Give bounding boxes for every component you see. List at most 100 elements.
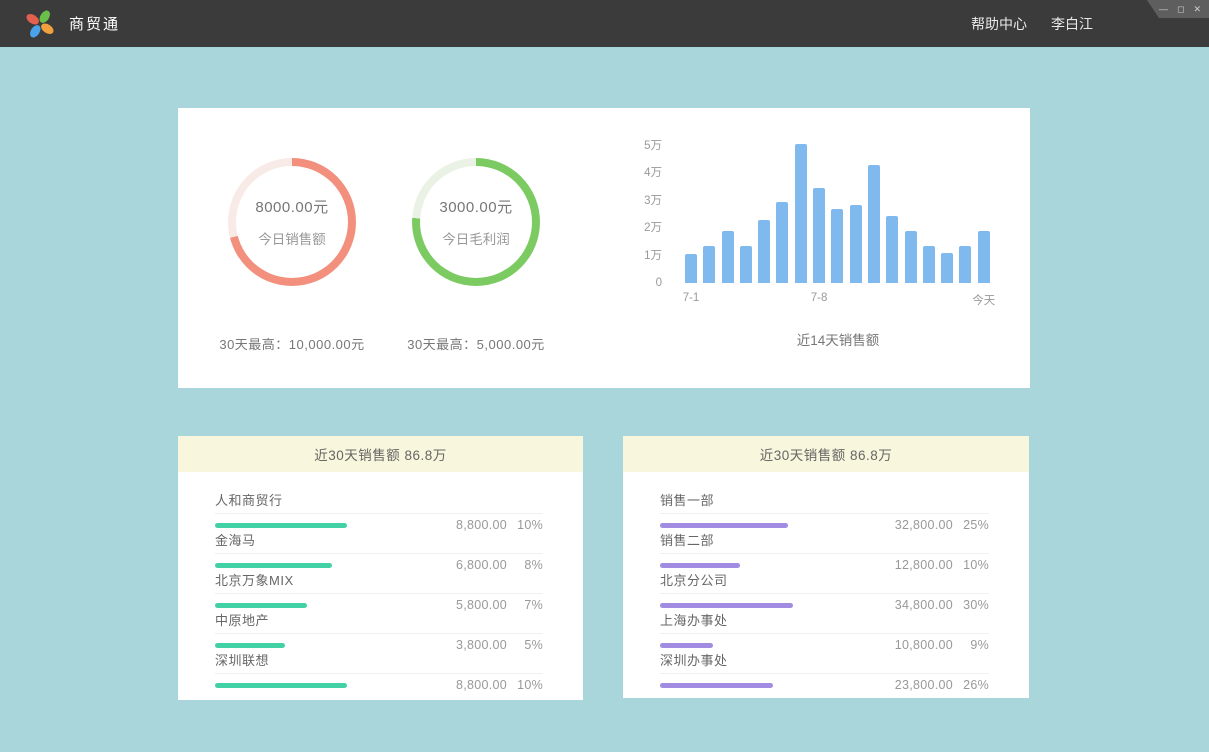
x-axis-tick-label: 今天 <box>972 292 995 308</box>
row-label: 人和商贸行 <box>215 493 283 508</box>
bar-chart-x-axis: 7-17-8今天 <box>685 292 991 306</box>
bar-chart-bar <box>868 165 880 283</box>
row-amount: 6,800.00 <box>435 558 507 572</box>
row-label: 深圳联想 <box>215 653 269 668</box>
y-axis-tick-label: 2万 <box>644 221 662 235</box>
top-nav: 帮助中心 李白江 <box>971 0 1093 47</box>
progress-bar <box>215 683 347 688</box>
row-label: 北京分公司 <box>660 573 728 588</box>
row-label: 北京万象MIX <box>215 573 294 588</box>
row-label: 深圳办事处 <box>660 653 728 668</box>
row-label: 中原地产 <box>215 613 269 628</box>
bar-chart-bar <box>813 188 825 283</box>
row-percent: 8% <box>507 558 543 572</box>
progress-bar <box>215 643 285 648</box>
today-sales-donut-center: 8000.00元 今日销售额 <box>236 166 348 278</box>
department-sales-rows: 销售一部 32,800.0025% 销售二部 12,800.0010% 北京分公… <box>623 472 1029 683</box>
list-item: 销售一部 32,800.0025% <box>660 490 989 523</box>
progress-bar <box>215 603 307 608</box>
row-percent: 25% <box>953 518 989 532</box>
bar-chart-bar <box>740 246 752 283</box>
overview-card: 8000.00元 今日销售额 30天最高：10,000.00元 3000.00元… <box>178 108 1030 388</box>
x-axis-tick-label: 7-1 <box>683 292 700 304</box>
y-axis-tick-label: 5万 <box>644 139 662 153</box>
row-label: 上海办事处 <box>660 613 728 628</box>
row-amount: 10,800.00 <box>881 638 953 652</box>
row-amount: 8,800.00 <box>435 518 507 532</box>
row-percent: 7% <box>507 598 543 612</box>
row-percent: 26% <box>953 678 989 692</box>
y-axis-tick-label: 3万 <box>644 194 662 208</box>
help-center-link[interactable]: 帮助中心 <box>971 14 1027 34</box>
progress-track <box>660 523 881 528</box>
row-percent: 9% <box>953 638 989 652</box>
app-logo-icon <box>23 7 57 41</box>
row-percent: 5% <box>507 638 543 652</box>
progress-track <box>660 643 881 648</box>
today-sales-donut: 8000.00元 今日销售额 30天最高：10,000.00元 <box>228 158 356 286</box>
list-item: 深圳联想 8,800.0010% <box>215 650 543 683</box>
list-item: 中原地产 3,800.005% <box>215 610 543 643</box>
row-amount: 3,800.00 <box>435 638 507 652</box>
bar-chart-bar <box>776 202 788 283</box>
bar-chart-bar <box>831 209 843 283</box>
today-sales-30day-max: 30天最高：10,000.00元 <box>219 334 364 353</box>
row-amount: 8,800.00 <box>435 678 507 692</box>
customer-sales-card-title: 近30天销售额 86.8万 <box>178 436 583 472</box>
bar-chart-bar <box>795 144 807 283</box>
bar-chart-bar <box>758 220 770 283</box>
minimize-button[interactable]: — <box>1159 5 1168 14</box>
progress-track <box>215 643 435 648</box>
progress-track <box>660 563 881 568</box>
row-amount: 34,800.00 <box>881 598 953 612</box>
progress-track <box>215 523 435 528</box>
close-button[interactable]: ✕ <box>1193 5 1201 14</box>
today-sales-value: 8000.00元 <box>255 196 328 217</box>
row-percent: 10% <box>507 518 543 532</box>
progress-bar <box>660 523 788 528</box>
row-amount: 23,800.00 <box>881 678 953 692</box>
customer-sales-card: 近30天销售额 86.8万 人和商贸行 8,800.0010% 金海马 6,80… <box>178 436 583 700</box>
progress-track <box>660 683 881 688</box>
x-axis-tick-label: 7-8 <box>811 292 828 304</box>
department-sales-card-title: 近30天销售额 86.8万 <box>623 436 1029 472</box>
progress-bar <box>660 683 773 688</box>
list-item: 上海办事处 10,800.009% <box>660 610 989 643</box>
row-label: 销售二部 <box>660 533 714 548</box>
bar-chart-bar <box>978 231 990 283</box>
bar-chart-bar <box>703 246 715 283</box>
row-amount: 32,800.00 <box>881 518 953 532</box>
bar-chart-bar <box>941 253 953 283</box>
department-sales-card: 近30天销售额 86.8万 销售一部 32,800.0025% 销售二部 12,… <box>623 436 1029 698</box>
row-label: 金海马 <box>215 533 256 548</box>
list-item: 金海马 6,800.008% <box>215 530 543 563</box>
sales-14day-bar-chart <box>685 138 991 283</box>
progress-bar <box>660 603 793 608</box>
today-sales-label: 今日销售额 <box>258 228 326 248</box>
progress-track <box>660 603 881 608</box>
progress-track <box>215 563 435 568</box>
today-profit-value: 3000.00元 <box>439 196 512 217</box>
row-label: 销售一部 <box>660 493 714 508</box>
list-item: 北京分公司 34,800.0030% <box>660 570 989 603</box>
bar-chart-bar <box>886 216 898 283</box>
bar-chart-bar <box>722 231 734 283</box>
today-profit-label: 今日毛利润 <box>442 228 510 248</box>
y-axis-tick-label: 1万 <box>644 249 662 263</box>
progress-bar <box>215 523 347 528</box>
row-percent: 30% <box>953 598 989 612</box>
user-menu[interactable]: 李白江 <box>1051 14 1093 34</box>
row-amount: 5,800.00 <box>435 598 507 612</box>
maximize-button[interactable]: ◻ <box>1177 5 1184 14</box>
progress-bar <box>660 643 713 648</box>
progress-track <box>215 603 435 608</box>
bar-chart-bar <box>905 231 917 283</box>
y-axis-tick-label: 4万 <box>644 166 662 180</box>
bar-chart-y-axis: 5万4万3万2万1万0 <box>614 138 662 283</box>
bar-chart-title: 近14天销售额 <box>685 329 991 349</box>
list-item: 人和商贸行 8,800.0010% <box>215 490 543 523</box>
list-item: 销售二部 12,800.0010% <box>660 530 989 563</box>
bar-chart-bar <box>685 254 697 283</box>
bar-chart-bar <box>959 246 971 283</box>
progress-bar <box>215 563 332 568</box>
